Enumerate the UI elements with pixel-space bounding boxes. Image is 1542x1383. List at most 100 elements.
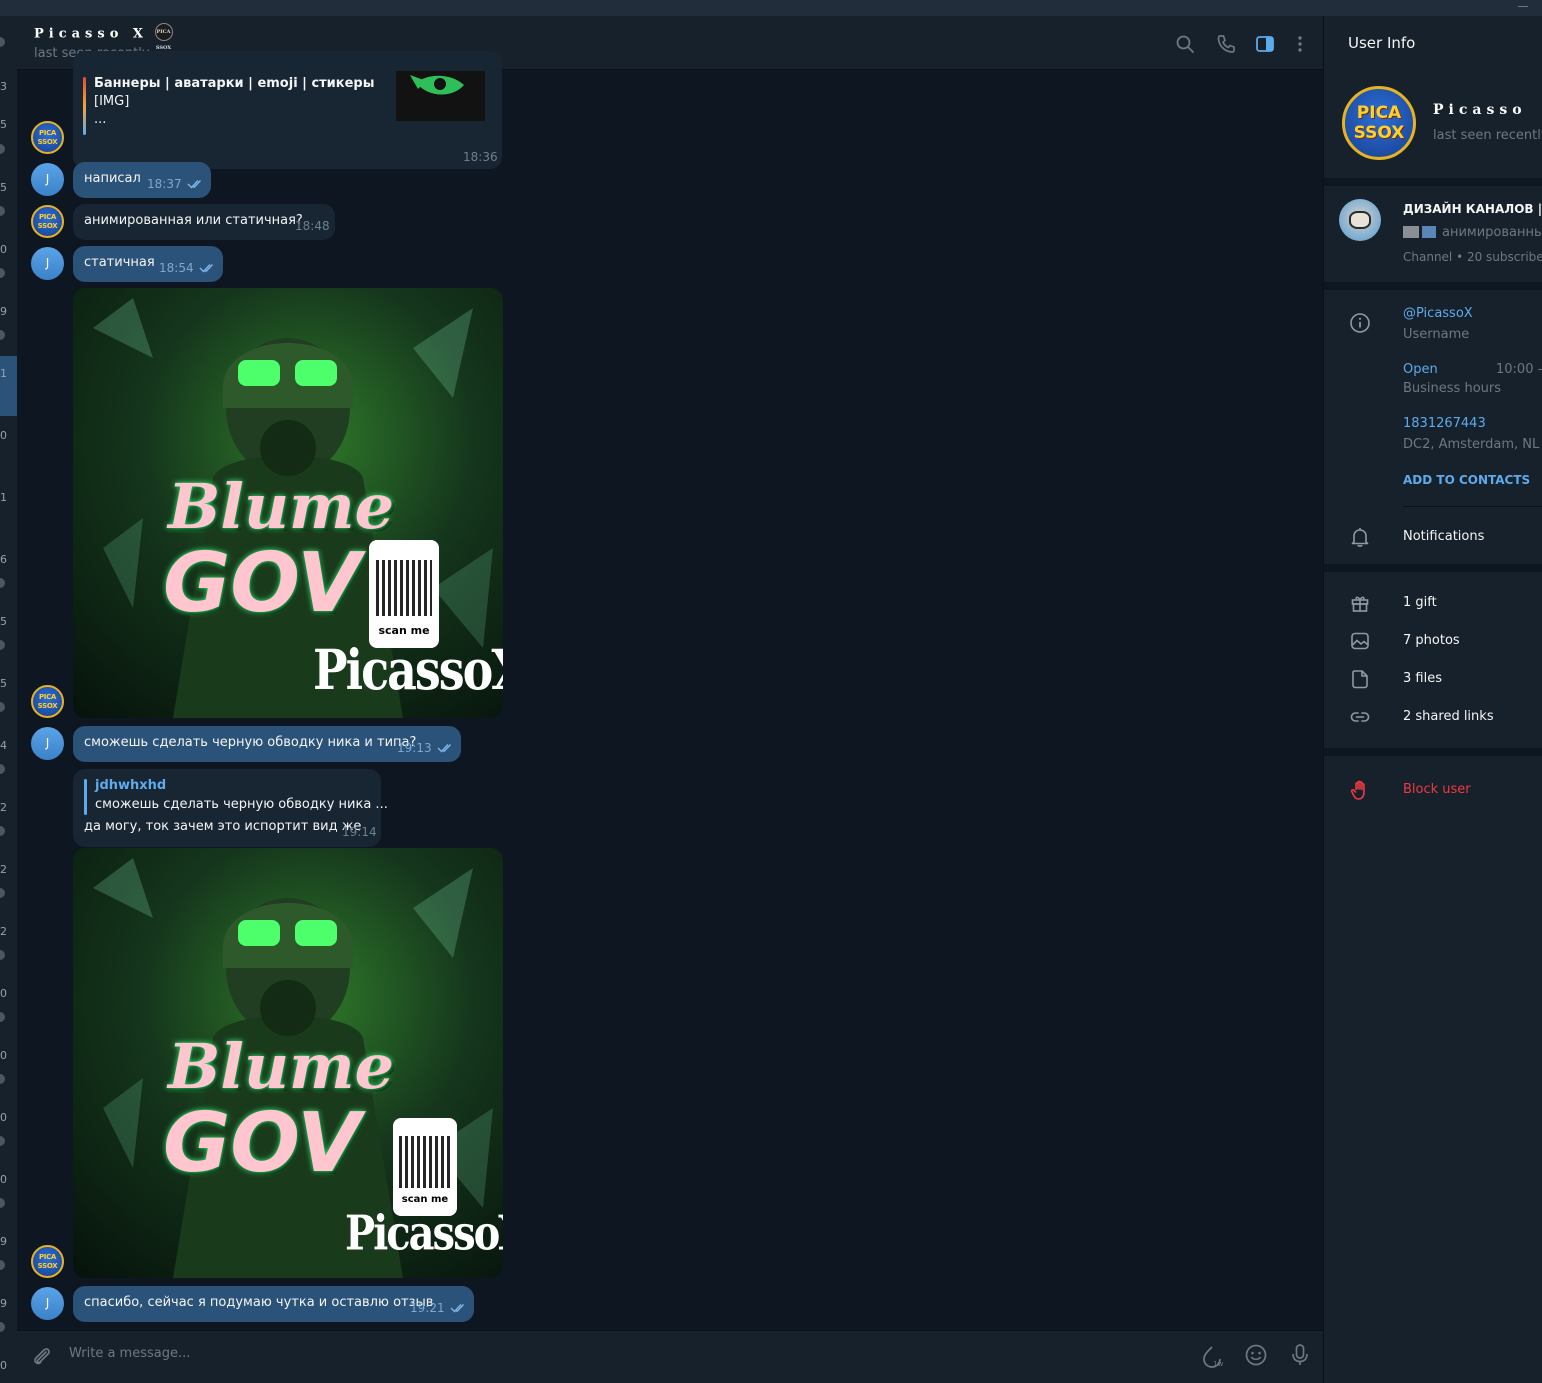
reply-preview[interactable]: сможешь сделать черную обводку ника ... [95,797,388,812]
profile-name: Picasso [1433,102,1527,118]
avatar-text: SSOX [37,222,58,230]
message-bubble-outgoing[interactable]: статичная 18:54 [73,246,223,282]
shared-links-link[interactable]: 2 shared links [1403,709,1494,724]
section-separator [1324,564,1542,572]
username-label: Username [1403,327,1470,342]
microphone-icon[interactable] [1287,1342,1313,1368]
unread-dot [0,950,5,960]
window-title-bar [0,0,1542,16]
gifts-link[interactable]: 1 gift [1403,595,1437,610]
strip-fragment: 5 [0,118,7,131]
strip-fragment: 0 [0,243,7,256]
strip-fragment: 0 [0,987,7,1000]
avatar[interactable]: J [31,1287,64,1320]
message-bubble-outgoing[interactable]: написал 18:37 [73,162,211,198]
avatar-text: SSOX [37,702,58,710]
avatar[interactable]: PICA SSOX [31,685,64,718]
unread-dot [0,144,5,154]
strip-fragment: 4 [0,739,7,752]
search-icon[interactable] [1174,33,1196,55]
message-bubble-incoming[interactable]: jdhwhxhd сможешь сделать черную обводку … [73,769,388,847]
avatar[interactable]: PICA SSOX [31,121,64,154]
preview-thumb-icon [1403,226,1419,238]
phone-icon[interactable] [1215,33,1237,55]
avatar[interactable]: PICA SSOX [31,1245,64,1278]
preview-thumbnail [396,71,485,121]
preview-title: Баннеры | аватарки | emoji | стикеры [94,76,375,91]
reply-author[interactable]: jdhwhxhd [95,778,166,793]
channel-meta: Channel • 20 subscriber [1403,250,1542,264]
avatar[interactable]: J [31,727,64,760]
more-vertical-icon[interactable] [1289,33,1311,55]
message-bubble-incoming[interactable]: анимированная или статичная? 18:48 [73,204,335,240]
qr-caption: scan me [401,1194,449,1205]
unread-dot [0,1322,5,1332]
message-list[interactable]: Баннеры | аватарки | emoji | стикеры [IM… [17,51,1323,1330]
message-time: 18:36 [463,150,498,164]
strip-fragment: 2 [0,801,7,814]
minimize-icon[interactable] [1518,6,1528,7]
hand-icon [1350,780,1365,800]
business-hours-time: 10:00 - 2 [1496,362,1542,377]
business-hours-status[interactable]: Open [1403,362,1438,377]
chat-area: Picasso X PICA SSOX last seen recently Б… [17,16,1323,1330]
emoji-icon[interactable] [1243,1342,1269,1368]
message-text: да могу, ток зачем это испортит вид же [84,819,362,834]
files-link[interactable]: 3 files [1403,671,1442,686]
sidebar-toggle-icon[interactable] [1254,33,1276,55]
message-bubble-incoming[interactable]: Баннеры | аватарки | emoji | стикеры [IM… [73,51,502,169]
avatar-text: SSOX [1353,123,1405,143]
gift-icon [1351,596,1369,612]
banner-brand: PicassoX [345,1205,503,1262]
strip-fragment: 0 [0,1173,7,1186]
notifications-toggle[interactable]: Notifications [1403,529,1484,544]
message-text: статичная [84,255,155,270]
chat-list-strip[interactable]: 3 5 5 0 9 1 0 1 6 5 5 4 2 2 2 0 0 0 0 9 … [0,16,17,1383]
business-hours-label: Business hours [1403,381,1502,396]
avatar[interactable]: J [31,247,64,280]
strip-fragment: 0 [0,1111,7,1124]
datacenter-label: DC2, Amsterdam, NL [1403,437,1540,452]
double-check-icon [450,1304,465,1313]
strip-fragment: 2 [0,863,7,876]
banner-subtitle: GOV [163,536,361,631]
profile-status: last seen recently [1433,128,1542,143]
avatar-text: SSOX [37,138,58,146]
banner-brand: PicassoX [313,637,503,703]
avatar[interactable]: PICA SSOX [31,205,64,238]
chat-title[interactable]: Picasso X PICA SSOX [34,23,173,51]
avatar[interactable]: J [31,163,64,196]
timer-icon[interactable]: 1w [1199,1344,1225,1370]
image-message[interactable]: Blume GOV scan me PicassoX [73,288,503,718]
section-separator [1324,748,1542,756]
channel-preview: анимированны [1442,225,1542,240]
add-to-contacts-button[interactable]: ADD TO CONTACTS [1403,473,1530,487]
unread-dot [0,206,5,216]
active-chat-marker [0,356,17,416]
unread-dot [0,268,5,278]
message-bubble-outgoing[interactable]: спасибо, сейчас я подумаю чутка и оставл… [73,1286,474,1322]
image-message[interactable]: Blume GOV scan me PicassoX [73,848,503,1278]
channel-title: ДИЗАЙН КАНАЛОВ | Ч [1403,202,1542,216]
user-id-value[interactable]: 1831267443 [1403,416,1486,431]
message-input[interactable]: Write a message... [69,1346,190,1361]
username-value[interactable]: @PicassoX [1403,306,1473,321]
unread-dot [0,764,5,774]
double-check-icon [437,744,452,753]
unread-dot [0,330,5,340]
reply-accent-bar [84,779,87,815]
verified-badge-icon: PICA SSOX [154,23,173,51]
photos-link[interactable]: 7 photos [1403,633,1460,648]
avatar-text: PICA [38,213,57,221]
profile-avatar[interactable]: PICA SSOX [1342,86,1416,160]
strip-fragment: 2 [0,925,7,938]
avatar-text: SSOX [37,1262,58,1270]
svg-text:1w: 1w [1213,1360,1223,1368]
message-time: 18:54 [159,261,194,275]
chat-title-text: Picasso X [34,26,148,42]
strip-fragment: 3 [0,80,7,93]
message-bubble-outgoing[interactable]: сможешь сделать черную обводку ника и ти… [73,726,461,762]
message-composer[interactable]: Write a message... 1w [17,1330,1323,1383]
paperclip-icon[interactable] [29,1344,55,1370]
block-user-button[interactable]: Block user [1403,782,1471,797]
